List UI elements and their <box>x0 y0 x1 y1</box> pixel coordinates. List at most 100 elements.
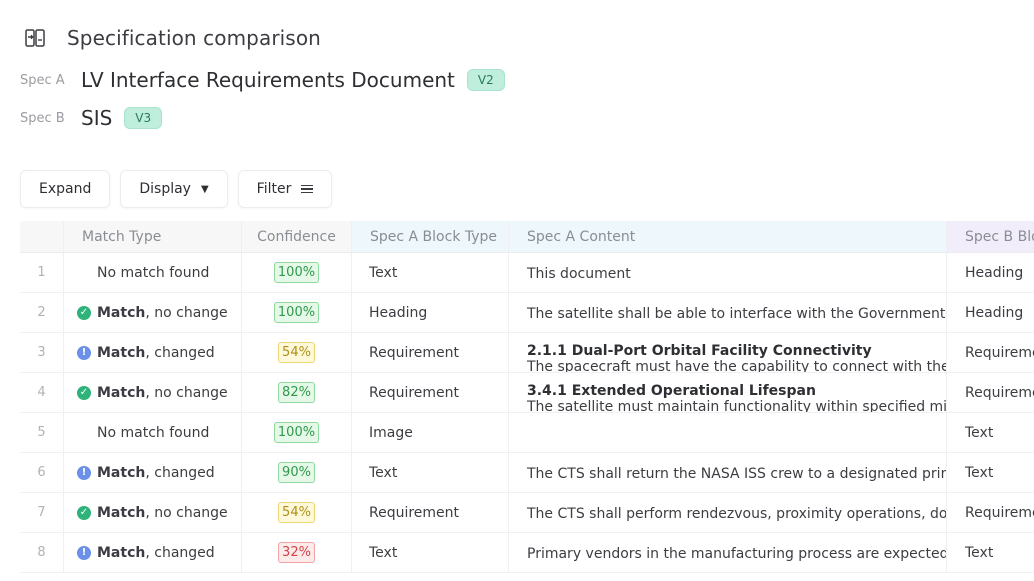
confidence-cell[interactable]: 82% <box>242 373 352 412</box>
confidence-cell[interactable]: 32% <box>242 533 352 572</box>
row-number-header <box>20 221 64 252</box>
table-row[interactable]: 1 No match found 100% Text This document Head… <box>20 253 1034 293</box>
spec-a-content-cell[interactable] <box>509 413 947 452</box>
spec-a-block-type-cell[interactable]: Heading <box>352 293 509 332</box>
spec-a-block-type-cell[interactable]: Text <box>352 453 509 492</box>
spec-a-label: Spec A <box>20 72 65 88</box>
confidence-cell[interactable]: 100% <box>242 413 352 452</box>
table-row[interactable]: 5 No match found 100% Image Text <box>20 413 1034 453</box>
filter-button-label: Filter <box>256 181 292 197</box>
spec-a-block-type-cell[interactable]: Requirement <box>352 493 509 532</box>
column-header-spec-b-block-type[interactable]: Spec B Blo <box>947 221 1034 252</box>
spec-b-name[interactable]: SIS <box>81 106 112 130</box>
page-title: Specification comparison <box>67 26 321 50</box>
confidence-cell[interactable]: 100% <box>242 253 352 292</box>
spec-b-block-type-cell[interactable]: Text <box>947 453 1034 492</box>
confidence-badge: 32% <box>278 542 315 563</box>
display-button-label: Display <box>139 181 191 197</box>
spec-a-content-cell[interactable]: The CTS shall return the NASA ISS crew t… <box>509 453 947 492</box>
table-row[interactable]: 4 ✓ Match, no change 82% Requirement 3.4.1 Ex… <box>20 373 1034 413</box>
info-circle-icon: ! <box>77 345 91 360</box>
confidence-cell[interactable]: 100% <box>242 293 352 332</box>
match-type-cell[interactable]: ✓ Match, no change <box>64 293 242 332</box>
spec-b-block-type-cell[interactable]: Requirement <box>947 373 1034 412</box>
match-type-cell[interactable]: ✓ Match, no change <box>64 493 242 532</box>
table-row[interactable]: 8! Match, changed 32% Text Primary vendors i… <box>20 533 1034 573</box>
confidence-cell[interactable]: 54% <box>242 333 352 372</box>
spec-a-block-type-cell[interactable]: Text <box>352 253 509 292</box>
confidence-badge: 100% <box>273 262 320 283</box>
filter-button[interactable]: Filter <box>237 170 333 208</box>
match-type-cell[interactable]: ! Match, changed <box>64 333 242 372</box>
match-type-cell[interactable]: No match found <box>64 413 242 452</box>
confidence-cell[interactable]: 54% <box>242 493 352 532</box>
row-number: 4 <box>20 373 64 412</box>
table-row[interactable]: 6! Match, changed 90% Text The CTS shall ret… <box>20 453 1034 493</box>
check-circle-icon: ✓ <box>77 505 91 520</box>
spec-a-content-text: The satellite shall be able to interface… <box>527 306 947 322</box>
spec-a-block-type-cell[interactable]: Requirement <box>352 373 509 412</box>
match-type-cell[interactable]: ! Match, changed <box>64 453 242 492</box>
confidence-badge: 100% <box>273 302 320 323</box>
column-header-confidence[interactable]: Confidence <box>242 221 352 252</box>
match-type-cell[interactable]: ✓ Match, no change <box>64 373 242 412</box>
match-type-detail: No match found <box>97 424 210 441</box>
column-header-match-type[interactable]: Match Type <box>64 221 242 252</box>
expand-button[interactable]: Expand <box>20 170 111 208</box>
spec-a-content-text: Primary vendors in the manufacturing pro… <box>527 546 947 562</box>
spec-a-content-cell[interactable]: The CTS shall perform rendezvous, proxim… <box>509 493 947 532</box>
match-type-detail: , no change <box>145 504 228 521</box>
match-type-cell[interactable]: No match found <box>64 253 242 292</box>
confidence-badge: 100% <box>273 422 320 443</box>
table-row[interactable]: 3! Match, changed 54% Requirement 2.1.1 Dual… <box>20 333 1034 373</box>
match-type-strong: Match <box>97 544 146 561</box>
spec-a-content-cell[interactable]: 2.1.1 Dual-Port Orbital Facility Connect… <box>509 333 947 372</box>
spec-a-row: Spec A LV Interface Requirements Documen… <box>20 68 505 92</box>
spec-b-label: Spec B <box>20 110 65 126</box>
row-number: 8 <box>20 533 64 572</box>
spec-a-content-cell[interactable]: Primary vendors in the manufacturing pro… <box>509 533 947 572</box>
spec-a-content-cell[interactable]: This document <box>509 253 947 292</box>
spec-a-block-type-cell[interactable]: Text <box>352 533 509 572</box>
match-type-cell[interactable]: ! Match, changed <box>64 533 242 572</box>
match-type-strong: Match <box>97 304 146 321</box>
spec-b-block-type-cell[interactable]: Requirement <box>947 493 1034 532</box>
row-number: 2 <box>20 293 64 332</box>
column-header-spec-a-block-type[interactable]: Spec A Block Type <box>352 221 509 252</box>
spec-b-block-type-cell[interactable]: Requirement <box>947 333 1034 372</box>
empty-status-icon <box>77 266 91 280</box>
spec-a-content-cell[interactable]: The satellite shall be able to interface… <box>509 293 947 332</box>
table-body: 1 No match found 100% Text This document Head… <box>20 253 1034 573</box>
spec-b-block-type-cell[interactable]: Heading <box>947 253 1034 292</box>
spec-a-block-type-cell[interactable]: Requirement <box>352 333 509 372</box>
info-circle-icon: ! <box>77 465 91 480</box>
match-type-detail: , no change <box>145 304 228 321</box>
check-circle-icon: ✓ <box>77 385 91 400</box>
spec-a-content-title: 2.1.1 Dual-Port Orbital Facility Connect… <box>527 343 872 359</box>
spec-a-content-text: The satellite must maintain functionalit… <box>527 399 947 412</box>
match-type-detail: , changed <box>145 464 215 481</box>
confidence-cell[interactable]: 90% <box>242 453 352 492</box>
match-type-detail: , changed <box>145 544 215 561</box>
column-header-spec-a-content[interactable]: Spec A Content <box>509 221 947 252</box>
empty-status-icon <box>77 426 91 440</box>
table-row[interactable]: 7 ✓ Match, no change 54% Requirement The CTS … <box>20 493 1034 533</box>
page-header: Specification comparison <box>24 26 321 50</box>
spec-b-version-badge[interactable]: V3 <box>124 107 163 129</box>
expand-button-label: Expand <box>39 181 92 197</box>
table-row[interactable]: 2 ✓ Match, no change 100% Heading The satelli… <box>20 293 1034 333</box>
check-circle-icon: ✓ <box>77 305 91 320</box>
spec-b-block-type-cell[interactable]: Text <box>947 533 1034 572</box>
match-type-strong: Match <box>97 384 146 401</box>
match-type-strong: Match <box>97 504 146 521</box>
spec-a-name[interactable]: LV Interface Requirements Document <box>81 68 455 92</box>
spec-a-content-text: The CTS shall perform rendezvous, proxim… <box>527 506 947 522</box>
display-button[interactable]: Display ▼ <box>120 170 228 208</box>
confidence-badge: 54% <box>278 342 315 363</box>
spec-a-content-cell[interactable]: 3.4.1 Extended Operational Lifespan The s… <box>509 373 947 412</box>
spec-b-block-type-cell[interactable]: Heading <box>947 293 1034 332</box>
spec-a-version-badge[interactable]: V2 <box>466 69 505 91</box>
spec-b-block-type-cell[interactable]: Text <box>947 413 1034 452</box>
spec-a-block-type-cell[interactable]: Image <box>352 413 509 452</box>
spec-a-content-title: 3.4.1 Extended Operational Lifespan <box>527 383 816 399</box>
